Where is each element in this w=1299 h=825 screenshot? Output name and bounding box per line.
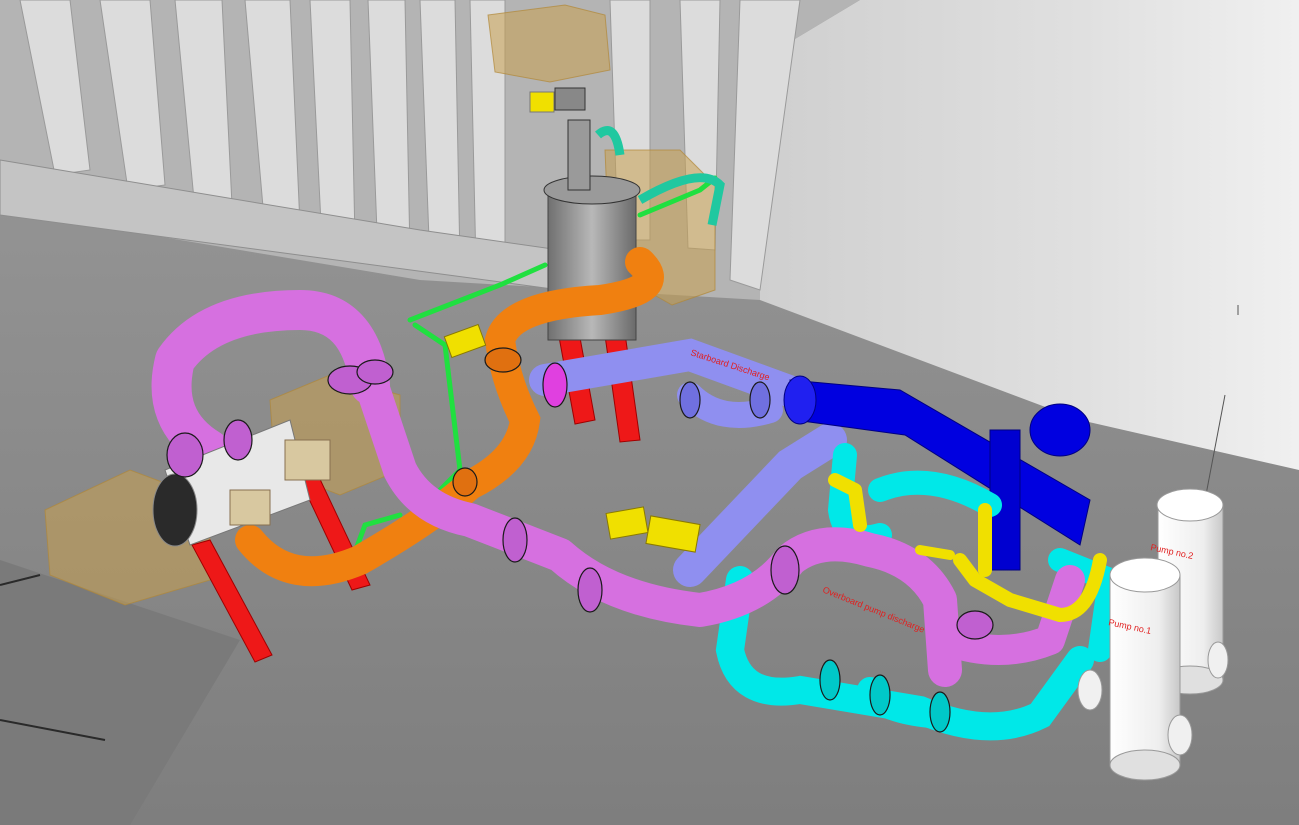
3d-piping-scene: Starboard Discharge Overboard pump disch… <box>0 0 1299 825</box>
